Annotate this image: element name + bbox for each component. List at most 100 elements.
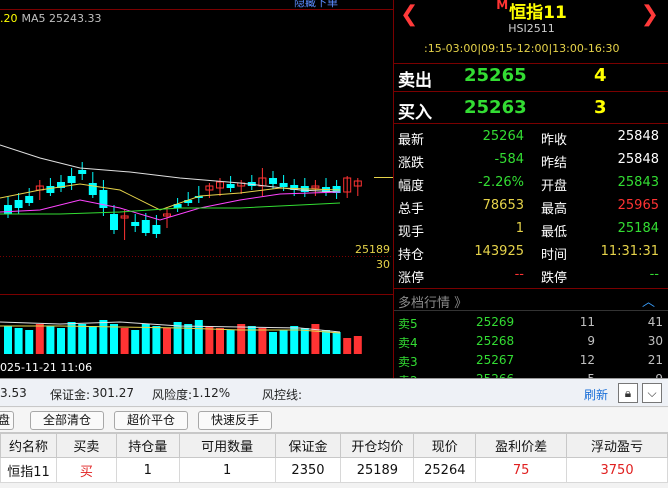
margin-value: 301.27 bbox=[92, 386, 134, 400]
depth-header[interactable]: 多档行情 》 ︿ bbox=[394, 288, 668, 311]
volume-bar bbox=[226, 330, 235, 354]
stat-value: 25848 bbox=[617, 129, 659, 144]
stat-row: 涨跌 -584 昨结 25848 bbox=[394, 149, 668, 172]
volume-bar bbox=[353, 336, 362, 354]
lock-icon[interactable]: 🔒︎ bbox=[618, 383, 638, 403]
depth-level-row[interactable]: 卖3 25267 12 21 bbox=[394, 350, 668, 370]
volume-bar bbox=[300, 328, 309, 354]
volume-bar bbox=[194, 320, 203, 354]
level-price: 25267 bbox=[476, 353, 515, 367]
position-cell: 75 bbox=[475, 457, 568, 483]
level-total: 30 bbox=[647, 334, 663, 348]
volume-bar bbox=[279, 330, 288, 354]
column-header[interactable]: 盈利价差 bbox=[475, 433, 568, 458]
candle-body-down bbox=[4, 205, 12, 214]
stat-label: 幅度 bbox=[398, 179, 425, 194]
risk-label: 风险度: bbox=[152, 388, 193, 402]
bid-price: 25263 bbox=[464, 97, 527, 118]
volume-bar bbox=[78, 324, 87, 354]
stat-value: -- bbox=[649, 267, 659, 282]
candle-body-down bbox=[152, 225, 161, 234]
double-chevron-down-icon[interactable]: 》 bbox=[454, 296, 467, 311]
stat-label: 昨结 bbox=[541, 156, 568, 171]
column-header[interactable]: 开仓均价 bbox=[340, 433, 415, 458]
stat-value: 25184 bbox=[617, 221, 659, 236]
position-cell: 25189 bbox=[340, 457, 415, 483]
volume-bar bbox=[322, 330, 330, 354]
volume-bar bbox=[332, 332, 341, 354]
candle-body-down bbox=[141, 220, 150, 233]
stat-label: 时间 bbox=[541, 248, 568, 263]
tab-position-fragment[interactable]: 盘 bbox=[0, 411, 14, 430]
crosshair-date-label: 025-11-21 11:06 bbox=[0, 361, 93, 374]
position-cell: 买 bbox=[55, 457, 117, 483]
volume-bar bbox=[141, 324, 150, 354]
stat-value: -2.26% bbox=[478, 175, 524, 190]
candle-body-down bbox=[279, 183, 288, 187]
column-header[interactable]: 保证金 bbox=[274, 433, 342, 458]
stat-row: 最新 25264 昨收 25848 bbox=[394, 126, 668, 149]
volume-bar bbox=[152, 326, 161, 354]
candle-body-down bbox=[46, 186, 55, 193]
position-toolbar: 盘 全部清仓 超价平仓 快速反手 bbox=[0, 408, 668, 433]
ask-row[interactable]: 卖出 25265 4 bbox=[394, 62, 668, 92]
volume-bar bbox=[173, 322, 182, 354]
volume-bar bbox=[269, 332, 277, 354]
stat-row: 持仓 143925 时间 11:31:31 bbox=[394, 241, 668, 264]
price-axis-tag: 25189 bbox=[355, 243, 390, 256]
chevron-up-icon[interactable]: ︿ bbox=[642, 291, 655, 310]
positions-header-row: 约名称 买卖 持仓量 可用数量 保证金 开仓均价 现价 盈利价差 浮动盈亏 bbox=[0, 433, 668, 458]
clear-all-button[interactable]: 全部清仓 bbox=[30, 411, 104, 430]
column-header[interactable]: 买卖 bbox=[55, 433, 117, 458]
volume-bar bbox=[131, 330, 140, 354]
main-contract-marker: M bbox=[496, 0, 509, 12]
level-total: 21 bbox=[647, 353, 663, 367]
stat-row: 涨停 -- 跌停 -- bbox=[394, 264, 668, 287]
level-name: 卖5 bbox=[398, 317, 418, 331]
level-price: 25269 bbox=[476, 315, 515, 329]
ask-volume: 4 bbox=[594, 65, 607, 86]
volume-bar bbox=[205, 326, 214, 354]
stat-value: 143925 bbox=[474, 244, 524, 259]
candle-body-down bbox=[67, 176, 76, 183]
trade-panel: 3.53 保证金: 301.27 风险度: 1.12% 风控线: 刷新 🔒︎ ⌵… bbox=[0, 378, 668, 488]
hide-order-link[interactable]: 隐藏下单 bbox=[294, 0, 338, 10]
volume-bar bbox=[25, 330, 34, 354]
column-header[interactable]: 现价 bbox=[413, 433, 477, 458]
ask-price: 25265 bbox=[464, 65, 527, 86]
bid-row[interactable]: 买入 25263 3 bbox=[394, 94, 668, 124]
stat-value: 78653 bbox=[482, 198, 524, 213]
candle-body-down bbox=[269, 178, 277, 184]
kline-chart-panel[interactable]: .20 MA5 25243.33 隐藏下单 25189 30 025-11-21 … bbox=[0, 0, 393, 378]
column-header[interactable]: 持仓量 bbox=[115, 433, 180, 458]
position-row[interactable]: 恒指11 买 1 1 2350 25189 25264 75 3750 bbox=[0, 457, 668, 483]
chevron-down-icon[interactable]: ⌵ bbox=[642, 383, 662, 403]
depth-level-row[interactable]: 卖4 25268 9 30 bbox=[394, 331, 668, 351]
stat-label: 持仓 bbox=[398, 248, 425, 263]
level-volume: 9 bbox=[587, 334, 595, 348]
candle-body-down bbox=[78, 170, 87, 174]
stat-label: 涨跌 bbox=[398, 156, 425, 171]
column-header[interactable]: 可用数量 bbox=[178, 433, 276, 458]
depth-level-row[interactable]: 卖5 25269 11 41 bbox=[394, 312, 668, 332]
next-arrow-icon[interactable]: ❯ bbox=[641, 4, 659, 26]
column-header[interactable]: 约名称 bbox=[0, 433, 57, 458]
refresh-button[interactable]: 刷新 bbox=[584, 386, 608, 403]
super-close-button[interactable]: 超价平仓 bbox=[114, 411, 188, 430]
column-header[interactable]: 浮动盈亏 bbox=[566, 433, 668, 458]
volume-bar bbox=[343, 338, 352, 354]
volume-bar bbox=[35, 324, 44, 354]
stat-value: -- bbox=[514, 267, 524, 282]
stat-label: 最新 bbox=[398, 133, 425, 148]
bid-volume: 3 bbox=[594, 97, 607, 118]
position-cell: 25264 bbox=[413, 457, 477, 483]
volume-bar bbox=[311, 324, 320, 354]
volume-bar bbox=[14, 328, 23, 354]
ma-line-green bbox=[0, 202, 341, 215]
volume-bar bbox=[237, 324, 246, 354]
stat-label: 现手 bbox=[398, 225, 425, 240]
quick-reverse-button[interactable]: 快速反手 bbox=[198, 411, 272, 430]
position-cell: 1 bbox=[178, 457, 276, 483]
kline-chart[interactable] bbox=[0, 0, 393, 378]
level-volume: 12 bbox=[579, 353, 595, 367]
